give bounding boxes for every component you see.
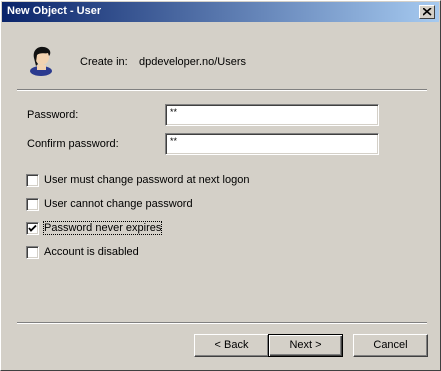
password-never-expires-checkbox[interactable] (26, 222, 39, 235)
account-disabled-checkbox[interactable] (26, 246, 39, 259)
bottom-separator (17, 322, 427, 324)
window-title: New Object - User (7, 5, 102, 17)
cannot-change-password-checkbox[interactable] (26, 198, 39, 211)
must-change-password-checkbox[interactable] (26, 174, 39, 187)
must-change-password-label: User must change password at next logon (44, 174, 250, 186)
password-label: Password: (27, 109, 79, 121)
password-never-expires-label: Password never expires (42, 221, 163, 235)
create-in-path: dpdeveloper.no/Users (139, 56, 247, 68)
checkmark-icon (28, 224, 37, 232)
user-icon (30, 46, 52, 76)
confirm-password-field[interactable]: ** (165, 133, 379, 155)
back-button[interactable]: < Back (194, 334, 269, 357)
close-icon (423, 8, 432, 16)
cannot-change-password-label: User cannot change password (44, 198, 193, 210)
next-button[interactable]: Next > (268, 334, 343, 357)
top-separator (17, 89, 427, 91)
password-field[interactable]: ** (165, 104, 379, 126)
new-object-user-dialog: New Object - User Create in: dpdeveloper… (0, 0, 441, 371)
cancel-button[interactable]: Cancel (353, 334, 428, 357)
account-disabled-label: Account is disabled (44, 246, 139, 258)
close-button[interactable] (419, 5, 435, 19)
create-in-label: Create in: (80, 56, 128, 68)
confirm-password-label: Confirm password: (27, 138, 119, 150)
title-bar[interactable]: New Object - User (2, 2, 439, 22)
